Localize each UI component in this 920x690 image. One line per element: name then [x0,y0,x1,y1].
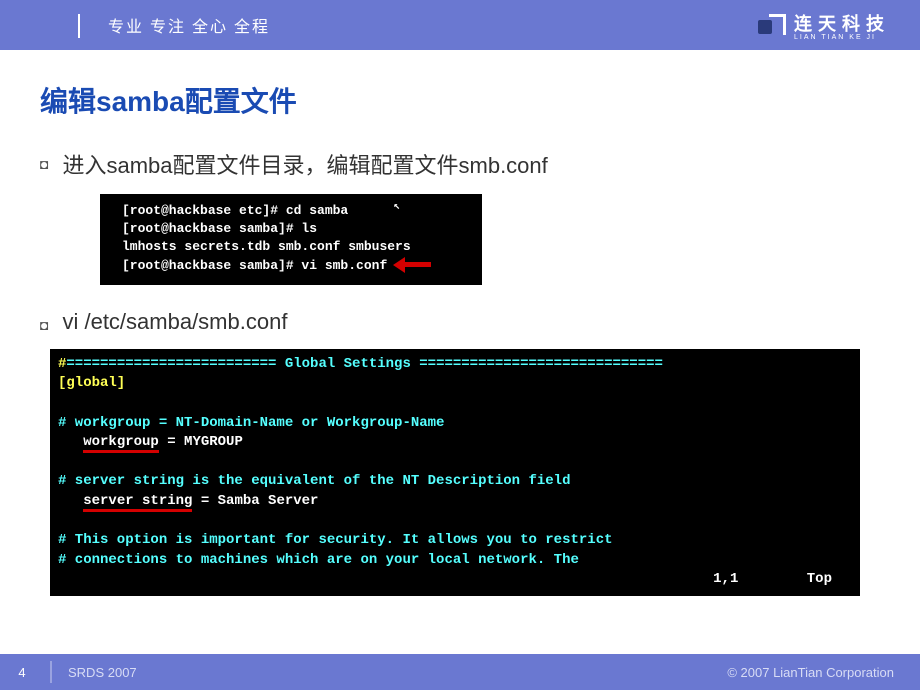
cfg-line-7: # This option is important for security.… [58,531,852,551]
term1-line2: [root@hackbase samba]# ls [122,220,472,238]
term1-line3: lmhosts secrets.tdb smb.conf smbusers [122,238,472,256]
footer-divider [50,661,52,683]
vi-status-line: 1,1 Top [58,570,852,590]
cfg-line-2: [global] [58,374,852,394]
cfg-blank [58,512,852,532]
slide-title: 编辑samba配置文件 [40,80,880,120]
slide-content: 编辑samba配置文件 ◘ 进入samba配置文件目录，编辑配置文件smb.co… [0,50,920,596]
logo-text-cn: 连天科技 [794,10,890,36]
company-logo: 连天科技 LIAN TIAN KE JI [758,10,890,41]
cfg-line-5: # server string is the equivalent of the… [58,472,852,492]
bullet-icon: ◘ [40,156,48,172]
cfg-line-1: #========================= Global Settin… [58,355,852,375]
header-divider [78,14,80,38]
cursor-icon: ↖ [393,200,400,215]
cfg-line-4: workgroup = MYGROUP [58,433,852,453]
footer-conf: SRDS 2007 [68,665,137,680]
slogan: 专业 专注 全心 全程 [108,13,270,37]
bullet-1: ◘ 进入samba配置文件目录，编辑配置文件smb.conf [40,148,880,180]
bullet-1-text: 进入samba配置文件目录，编辑配置文件smb.conf [62,148,547,180]
bullet-2-text: vi /etc/samba/smb.conf [62,309,287,335]
bullet-icon: ◘ [40,317,48,333]
term1-line4: [root@hackbase samba]# vi smb.conf [122,257,472,275]
cfg-blank [58,453,852,473]
cfg-line-8: # connections to machines which are on y… [58,551,852,571]
cfg-line-6: server string = Samba Server [58,492,852,512]
terminal-screenshot-2: #========================= Global Settin… [50,349,860,596]
cfg-blank [58,394,852,414]
terminal-screenshot-1: ↖ [root@hackbase etc]# cd samba [root@ha… [100,194,482,285]
term1-line1: [root@hackbase etc]# cd samba [122,202,472,220]
footer-bar: 4 SRDS 2007 © 2007 LianTian Corporation [0,654,920,690]
cfg-line-3: # workgroup = NT-Domain-Name or Workgrou… [58,414,852,434]
logo-mark-icon [758,14,786,36]
logo-text-en: LIAN TIAN KE JI [794,34,890,41]
red-arrow-icon [393,259,433,271]
page-number: 4 [0,665,44,680]
footer-copyright: © 2007 LianTian Corporation [727,665,894,680]
bullet-2: ◘ vi /etc/samba/smb.conf [40,309,880,335]
header-bar: 专业 专注 全心 全程 连天科技 LIAN TIAN KE JI [0,0,920,50]
footer-left: 4 SRDS 2007 [0,654,137,690]
